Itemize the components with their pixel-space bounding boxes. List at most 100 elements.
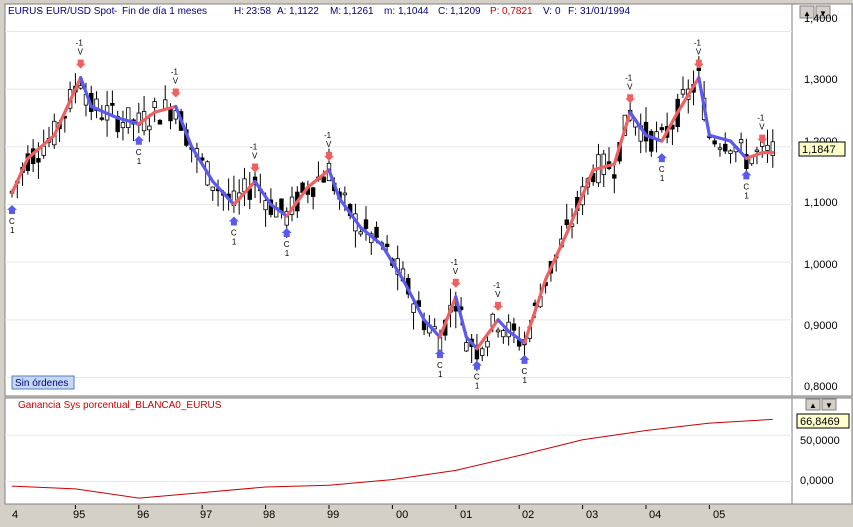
header-f-label: F: bbox=[568, 6, 577, 17]
last-price-badge: 1,1847 bbox=[798, 141, 846, 157]
candle-body bbox=[754, 149, 760, 152]
sell-signal-label: V bbox=[696, 48, 702, 57]
indicator-last-value: 66,8469 bbox=[800, 416, 840, 428]
candle-body bbox=[649, 130, 654, 152]
price-tick: 0,9000 bbox=[804, 320, 838, 332]
buy-signal-label: C bbox=[9, 217, 15, 226]
buy-signal-label: 1 bbox=[475, 382, 480, 391]
header-p-label: P: bbox=[490, 6, 499, 17]
sell-signal-label: -1 bbox=[324, 131, 332, 140]
candle-body bbox=[501, 330, 506, 338]
sell-signal-label: -1 bbox=[451, 258, 459, 267]
buy-signal-label: C bbox=[659, 165, 665, 174]
x-tick: 01 bbox=[460, 509, 472, 521]
last-price-value: 1,1847 bbox=[802, 144, 836, 156]
candle-body bbox=[564, 219, 569, 226]
orders-status-badge: Sin órdenes bbox=[11, 375, 75, 390]
candle-body bbox=[717, 147, 723, 150]
buy-signal-label: 1 bbox=[438, 370, 443, 379]
candle-body bbox=[485, 340, 490, 348]
indicator-panel bbox=[4, 397, 793, 505]
sell-signal-label: -1 bbox=[493, 281, 501, 290]
candle-body bbox=[147, 125, 152, 131]
buy-signal-label: C bbox=[231, 229, 237, 238]
candle-body bbox=[511, 323, 517, 331]
indicator-scroll-up-button[interactable]: ▲ bbox=[805, 398, 821, 411]
candle-body bbox=[110, 103, 115, 106]
header-c-value: 1,1209 bbox=[450, 6, 481, 17]
header-m-label: M: bbox=[330, 6, 341, 17]
candle-body bbox=[680, 89, 686, 95]
header-a-label: A: bbox=[277, 6, 286, 17]
price-tick: 0,8000 bbox=[804, 381, 838, 393]
candle-body bbox=[723, 143, 728, 152]
sell-signal-label: -1 bbox=[625, 73, 633, 82]
indicator-scroll-down-button[interactable]: ▼ bbox=[821, 398, 837, 411]
buy-signal-label: C bbox=[284, 240, 290, 249]
x-tick: 96 bbox=[137, 509, 149, 521]
candle-body bbox=[384, 243, 390, 247]
buy-signal-label: 1 bbox=[232, 238, 237, 247]
up-arrow-icon: ▲ bbox=[809, 401, 817, 410]
candle-body bbox=[78, 85, 83, 89]
header-h-value: 23:58 bbox=[246, 6, 271, 17]
x-tick: 03 bbox=[586, 509, 598, 521]
header-h-label: H: bbox=[234, 6, 244, 17]
candle-body bbox=[263, 200, 268, 211]
down-arrow-icon: ▼ bbox=[825, 401, 833, 410]
candle-body bbox=[659, 127, 665, 131]
buy-signal-label: 1 bbox=[522, 376, 527, 385]
sell-signal-label: -1 bbox=[250, 142, 258, 151]
price-chart: EURUS - EUR/USD Spot - Fin de día 1 mese… bbox=[0, 3, 853, 522]
indicator-tick: 50,0000 bbox=[800, 435, 840, 447]
chart-window: EURUS - EUR/USD Spot - Fin de día 1 mese… bbox=[0, 0, 853, 522]
sell-signal-label: V bbox=[78, 48, 84, 57]
sell-signal-label: V bbox=[453, 267, 459, 276]
sell-signal-label: -1 bbox=[76, 39, 84, 48]
candle-body bbox=[321, 176, 326, 183]
candle-body bbox=[310, 187, 316, 197]
x-tick: 4 bbox=[12, 509, 18, 521]
buy-signal-label: 1 bbox=[285, 249, 290, 258]
candle-body bbox=[99, 117, 105, 120]
buy-signal-label: C bbox=[521, 367, 527, 376]
indicator-last-badge: 66,8469 bbox=[796, 413, 850, 429]
candle-body bbox=[157, 119, 163, 125]
buy-signal-label: C bbox=[136, 148, 142, 157]
candle-body bbox=[712, 140, 717, 145]
header-v-label: V: bbox=[543, 6, 552, 17]
header-p-value: 0,7821 bbox=[502, 6, 533, 17]
price-tick: 1,4000 bbox=[804, 13, 838, 25]
header-f-value: 31/01/1994 bbox=[580, 6, 630, 17]
sell-signal-label: -1 bbox=[757, 114, 765, 123]
buy-signal-label: 1 bbox=[137, 157, 142, 166]
x-tick: 05 bbox=[713, 509, 725, 521]
price-tick: 1,3000 bbox=[804, 74, 838, 86]
candle-body bbox=[363, 219, 369, 229]
x-tick: 02 bbox=[522, 509, 534, 521]
price-tick: 1,1000 bbox=[804, 197, 838, 209]
header-m-value: 1,1261 bbox=[343, 6, 374, 17]
candle-body bbox=[120, 122, 126, 129]
x-tick: 99 bbox=[327, 509, 339, 521]
sell-signal-label: V bbox=[173, 76, 179, 85]
buy-signal-label: 1 bbox=[10, 226, 15, 235]
candle-body bbox=[728, 150, 733, 154]
candle-body bbox=[342, 192, 348, 196]
sell-signal-label: V bbox=[759, 123, 765, 132]
price-tick: 1,0000 bbox=[804, 259, 838, 271]
sell-signal-label: V bbox=[627, 82, 633, 91]
x-tick: 98 bbox=[263, 509, 275, 521]
candle-body bbox=[152, 101, 157, 109]
header-a-value: 1,1122 bbox=[289, 6, 319, 17]
candle-body bbox=[612, 174, 617, 179]
buy-signal-label: 1 bbox=[660, 174, 665, 183]
candle-body bbox=[765, 144, 770, 151]
x-tick: 00 bbox=[396, 509, 408, 521]
candle-body bbox=[126, 107, 131, 129]
x-tick: 95 bbox=[73, 509, 85, 521]
sell-signal-label: -1 bbox=[694, 39, 702, 48]
buy-signal-label: C bbox=[437, 361, 443, 370]
x-tick: 04 bbox=[649, 509, 661, 521]
candle-body bbox=[480, 348, 485, 356]
